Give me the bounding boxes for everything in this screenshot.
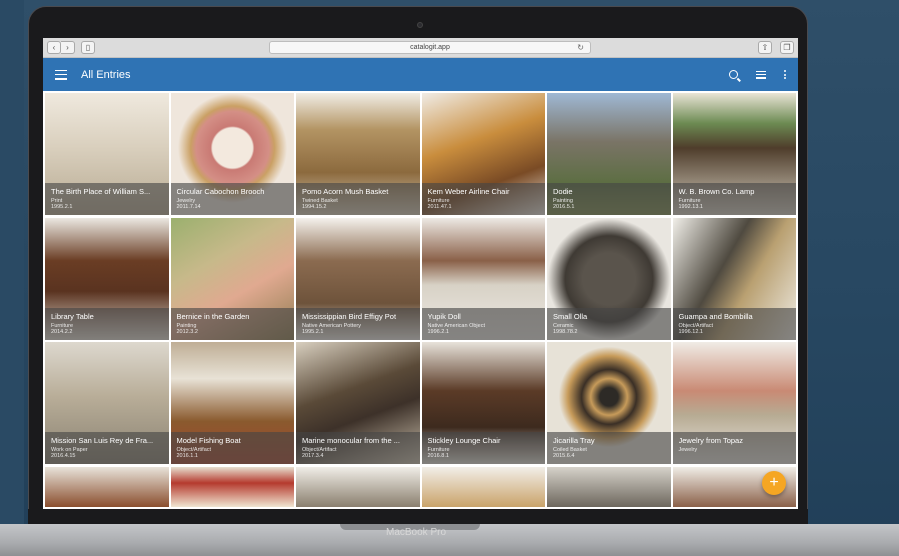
entry-caption: Kem Weber Airline Chair Furniture 2011.47.… [421, 183, 545, 215]
entry-caption: The Birth Place of William S... Print 1995… [45, 183, 169, 215]
entry-caption: Jewelry from Topaz Jewelry [672, 432, 796, 464]
entry-title: Bernice in the Garden [176, 311, 250, 321]
entry-number: 1996.2.1 [427, 328, 449, 335]
entry-caption: W. B. Brown Co. Lamp Furniture 1992.13.1 [672, 183, 796, 215]
entry-caption: Mission San Luis Rey de Fra... Work on Pa… [45, 432, 169, 464]
entry-number: 2014.2.2 [51, 328, 73, 335]
entry-title: Jewelry from Topaz [678, 436, 743, 445]
list-view-icon[interactable] [756, 70, 766, 79]
entry-caption: Library Table Furniture 2014.2.2 [45, 307, 169, 340]
entry-caption: Yupik Doll Native American Object 1996.2.1 [421, 307, 545, 340]
app-bar: All Entries [43, 58, 798, 91]
entry-number: 2012.3.2 [176, 328, 198, 335]
entries-grid: The Birth Place of William S... Print 1995… [43, 91, 798, 509]
tabs-icon[interactable]: ❐ [780, 41, 794, 54]
entry-tile[interactable]: W. B. Brown Co. Lamp Furniture 1992.13.1 [672, 93, 796, 215]
entry-title: Small Olla [553, 311, 588, 321]
entry-title: W. B. Brown Co. Lamp [678, 187, 755, 196]
entry-caption: Jicarilla Tray Coiled Basket 2015.6.4 [547, 432, 671, 464]
entry-title: Stickley Lounge Chair [427, 436, 501, 445]
entry-caption: Mississippian Bird Effigy Pot Native Amer… [296, 307, 420, 340]
add-entry-button[interactable]: + [762, 471, 786, 495]
forward-button[interactable]: › [61, 41, 75, 54]
entry-caption: Model Fishing Boat Object/Artifact 2016.1.… [170, 432, 294, 464]
entry-number: 1994.15.2 [302, 204, 327, 210]
device-label: MacBook Pro [386, 527, 447, 538]
entry-number: 2016.1.1 [176, 453, 198, 459]
entry-caption: Dodie Painting 2016.5.1 [547, 183, 671, 215]
browser-toolbar: ‹ › ▯ catalogit.app ↻ ⇧ ❐ [43, 38, 798, 58]
entry-type: Jewelry [678, 447, 698, 453]
entry-tile[interactable]: Guampa and Bombilla Object/Artifact 1996.1… [672, 217, 796, 340]
entry-caption: Stickley Lounge Chair Furniture 2016.8.1 [421, 432, 545, 464]
search-icon[interactable] [729, 70, 738, 79]
entry-tile[interactable]: Pomo Acorn Mush Basket Twined Basket 1994.… [296, 93, 420, 215]
entry-tile-partial[interactable] [45, 466, 169, 507]
entry-tile[interactable]: Circular Cabochon Brooch Jewelry 2011.7.14 [170, 93, 294, 215]
entry-title: Marine monocular from the ... [302, 436, 400, 445]
address-bar[interactable]: catalogit.app ↻ [269, 41, 591, 54]
entry-title: Mississippian Bird Effigy Pot [302, 311, 397, 321]
entry-caption: Pomo Acorn Mush Basket Twined Basket 1994.… [296, 183, 420, 215]
entry-caption: Guampa and Bombilla Object/Artifact 1996.1… [672, 307, 796, 340]
entry-tile[interactable]: Mississippian Bird Effigy Pot Native Amer… [296, 217, 420, 340]
entry-tile[interactable]: Bernice in the Garden Painting 2012.3.2 [170, 217, 294, 340]
more-vert-icon[interactable] [784, 70, 786, 79]
entry-tile[interactable]: Dodie Painting 2016.5.1 [547, 93, 671, 215]
entry-caption: Circular Cabochon Brooch Jewelry 2011.7.14 [170, 183, 294, 215]
entry-number: 1992.13.1 [678, 204, 703, 210]
entry-tile-partial[interactable] [296, 466, 420, 507]
entry-number: 2016.4.15 [51, 453, 76, 459]
page-title: All Entries [81, 68, 131, 81]
entry-tile[interactable]: Marine monocular from the ... Object/Arti… [296, 342, 420, 464]
entry-caption: Bernice in the Garden Painting 2012.3.2 [170, 307, 294, 340]
entry-tile[interactable]: Jicarilla Tray Coiled Basket 2015.6.4 [547, 342, 671, 464]
entry-number: 1998.78.2 [553, 328, 578, 335]
entry-tile-partial[interactable] [547, 466, 671, 507]
entry-title: Guampa and Bombilla [678, 311, 753, 321]
sidebar-icon[interactable]: ▯ [81, 41, 95, 54]
entry-title: The Birth Place of William S... [51, 187, 151, 196]
entry-number: 2017.3.4 [302, 453, 324, 459]
entry-tile[interactable]: Small Olla Ceramic 1998.78.2 [547, 217, 671, 340]
entry-number: 1995.2.1 [302, 328, 324, 335]
entry-title: Kem Weber Airline Chair [427, 187, 510, 196]
entry-number: 2016.8.1 [427, 453, 449, 459]
entry-tile[interactable]: Kem Weber Airline Chair Furniture 2011.47.… [421, 93, 545, 215]
entry-title: Mission San Luis Rey de Fra... [51, 436, 154, 445]
laptop-bezel [28, 509, 808, 524]
url-text: catalogit.app [410, 44, 450, 51]
entry-title: Pomo Acorn Mush Basket [302, 187, 389, 196]
back-button[interactable]: ‹ [47, 41, 61, 54]
entry-tile[interactable]: Jewelry from Topaz Jewelry [672, 342, 796, 464]
reload-icon[interactable]: ↻ [577, 42, 584, 53]
entry-tile[interactable]: Mission San Luis Rey de Fra... Work on Pa… [45, 342, 169, 464]
entry-number: 2015.6.4 [553, 453, 575, 459]
entry-tile-partial[interactable] [421, 466, 545, 507]
share-icon[interactable]: ⇧ [758, 41, 772, 54]
entry-title: Library Table [51, 311, 94, 321]
entry-number: 2011.47.1 [427, 204, 452, 210]
entry-number: 1996.12.1 [678, 328, 703, 335]
entry-tile-partial[interactable] [170, 466, 294, 507]
app-screen: ‹ › ▯ catalogit.app ↻ ⇧ ❐ All Entries Th… [43, 38, 798, 509]
entry-tile[interactable]: Library Table Furniture 2014.2.2 [45, 217, 169, 340]
entry-title: Jicarilla Tray [553, 436, 595, 445]
camera-icon [417, 22, 423, 28]
entry-tile[interactable]: The Birth Place of William S... Print 1995… [45, 93, 169, 215]
entry-tile[interactable]: Stickley Lounge Chair Furniture 2016.8.1 [421, 342, 545, 464]
entry-tile[interactable]: Yupik Doll Native American Object 1996.2.1 [421, 217, 545, 340]
entry-title: Model Fishing Boat [176, 436, 241, 445]
entry-caption: Small Olla Ceramic 1998.78.2 [547, 307, 671, 340]
entry-number: 1995.2.1 [51, 204, 73, 210]
entry-number: 2011.7.14 [176, 204, 201, 210]
hamburger-icon[interactable] [55, 69, 67, 80]
entry-title: Circular Cabochon Brooch [176, 187, 265, 196]
entry-number: 2016.5.1 [553, 204, 575, 210]
background-panel [0, 0, 24, 556]
entry-caption: Marine monocular from the ... Object/Arti… [296, 432, 420, 464]
entry-title: Dodie [553, 187, 573, 196]
entry-title: Yupik Doll [427, 311, 461, 321]
entry-tile[interactable]: Model Fishing Boat Object/Artifact 2016.1.… [170, 342, 294, 464]
